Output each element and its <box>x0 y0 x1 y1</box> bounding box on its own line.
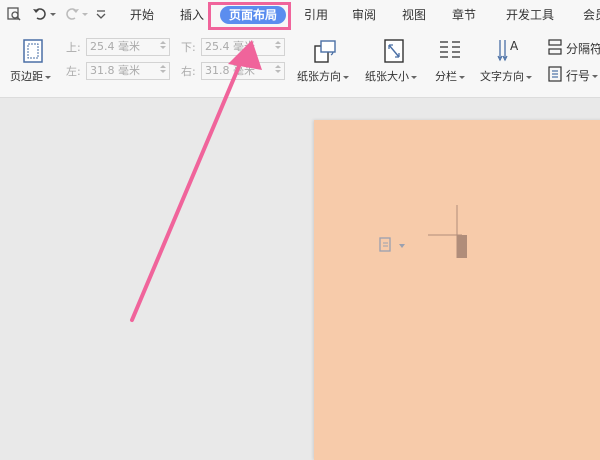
tab-review[interactable]: 审阅 <box>352 0 376 30</box>
line-number-icon[interactable] <box>547 66 563 82</box>
orientation-icon[interactable] <box>312 38 338 64</box>
separator-button[interactable]: 分隔符 <box>566 40 600 57</box>
tab-member[interactable]: 会员 <box>583 0 600 30</box>
tab-chapter[interactable]: 章节 <box>452 0 476 30</box>
orientation-button[interactable]: 纸张方向 <box>297 68 349 84</box>
page-margin-button[interactable]: 页边距 <box>10 68 51 84</box>
line-number-button[interactable]: 行号 <box>566 67 599 84</box>
margin-right-field[interactable]: 31.8 毫米 <box>201 62 285 80</box>
undo-dropdown-icon[interactable] <box>48 5 56 23</box>
margin-bottom-label: 下: <box>181 41 196 54</box>
redo-dropdown-icon[interactable] <box>80 5 88 23</box>
tab-home[interactable]: 开始 <box>130 0 154 30</box>
margin-bottom-field[interactable]: 25.4 毫米 <box>201 38 285 56</box>
tab-insert[interactable]: 插入 <box>180 0 204 30</box>
tab-view[interactable]: 视图 <box>402 0 426 30</box>
size-icon[interactable] <box>383 38 405 64</box>
menu-bar: 开始 插入 页面布局 引用 审阅 视图 章节 开发工具 会员 <box>0 0 600 30</box>
separator-icon[interactable] <box>547 39 563 55</box>
customize-icon[interactable] <box>92 5 110 23</box>
ribbon: 页边距 上: 25.4 毫米 左: 31.8 毫米 下: 25.4 毫米 右: … <box>0 30 600 98</box>
margin-right-label: 右: <box>181 65 196 78</box>
columns-icon[interactable] <box>438 38 462 62</box>
tab-highlight-box <box>208 2 291 30</box>
margin-left-field[interactable]: 31.8 毫米 <box>86 62 170 80</box>
size-button[interactable]: 纸张大小 <box>365 68 417 84</box>
margin-left-label: 左: <box>66 65 81 78</box>
margin-top-label: 上: <box>66 41 81 54</box>
tab-references[interactable]: 引用 <box>304 0 328 30</box>
text-direction-button[interactable]: 文字方向 <box>480 68 532 84</box>
margin-top-field[interactable]: 25.4 毫米 <box>86 38 170 56</box>
svg-text:A: A <box>510 39 519 53</box>
redo-icon[interactable] <box>63 5 81 23</box>
undo-icon[interactable] <box>31 5 49 23</box>
text-direction-icon[interactable]: A <box>496 36 520 64</box>
columns-button[interactable]: 分栏 <box>435 68 465 84</box>
margin-icon[interactable] <box>22 38 44 64</box>
print-preview-icon[interactable] <box>5 5 23 23</box>
document-page[interactable] <box>314 120 600 460</box>
tab-developer[interactable]: 开发工具 <box>506 0 554 30</box>
